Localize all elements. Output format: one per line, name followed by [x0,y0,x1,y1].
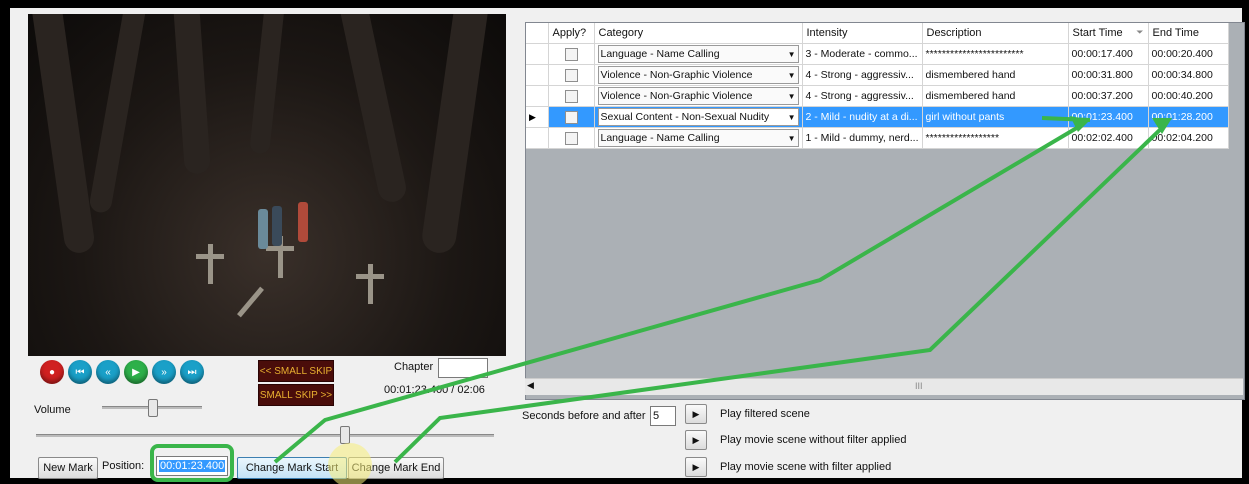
description-cell[interactable]: ****************** [922,127,1069,149]
video-frame [28,14,506,356]
dropdown-arrow-icon[interactable]: ▼ [788,50,796,59]
start-time-cell[interactable]: 00:00:37.200 [1068,85,1149,107]
apply-checkbox[interactable] [548,64,595,86]
column-header-category[interactable]: Category [594,23,803,44]
dropdown-arrow-icon[interactable]: ▼ [788,92,796,101]
table-row[interactable]: Violence - Non-Graphic Violence ▼ 4 - Str… [526,64,1229,86]
end-time-cell[interactable]: 00:01:28.200 [1148,106,1229,128]
app-window: ● ⏮ « ▶ » ⏭ << SMALL SKIP SMALL SKIP >> … [10,8,1245,479]
end-time-cell[interactable]: 00:00:40.200 [1148,85,1229,107]
position-slider[interactable] [36,434,494,437]
apply-checkbox[interactable] [548,85,595,107]
dropdown-arrow-icon[interactable]: ▼ [788,134,796,143]
apply-checkbox[interactable] [548,43,595,65]
start-time-cell[interactable]: 00:01:23.400 [1068,106,1149,128]
row-header-corner [526,23,549,44]
category-cell[interactable]: Language - Name Calling ▼ [594,43,803,65]
chapter-select[interactable] [438,358,488,378]
table-row[interactable]: Language - Name Calling ▼ 1 - Mild - dumm… [526,127,1229,149]
play-without-filter-label: Play movie scene without filter applied [720,434,907,446]
sort-down-icon: ⏷ [1136,27,1144,37]
record-button[interactable]: ● [40,360,64,384]
filter-grid: Apply? Category Intensity Description St… [525,22,1245,400]
intensity-cell[interactable]: 2 - Mild - nudity at a di... [802,106,923,128]
column-header-start-time[interactable]: Start Time ⏷ [1068,23,1149,44]
play-filtered-label: Play filtered scene [720,408,810,420]
scroll-left-icon[interactable]: ◀ [527,380,534,391]
transport-controls: ● ⏮ « ▶ » ⏭ [40,360,204,384]
volume-thumb[interactable] [148,399,158,417]
player-pane: ● ⏮ « ▶ » ⏭ << SMALL SKIP SMALL SKIP >> … [10,8,515,479]
chapter-label: Chapter [394,361,434,373]
dropdown-arrow-icon[interactable]: ▼ [788,113,796,122]
play-with-filter-button[interactable]: ▶ [685,457,707,477]
end-time-cell[interactable]: 00:00:20.400 [1148,43,1229,65]
row-header[interactable] [526,64,549,86]
small-skip-back-button[interactable]: << SMALL SKIP [258,360,334,382]
filter-table: Apply? Category Intensity Description St… [526,23,1229,149]
description-cell[interactable]: girl without pants [922,106,1069,128]
column-header-intensity[interactable]: Intensity [802,23,923,44]
apply-checkbox[interactable] [548,106,595,128]
filter-pane: Apply? Category Intensity Description St… [520,8,1245,478]
skip-end-button[interactable]: ⏭ [180,360,204,384]
rewind-button[interactable]: « [96,360,120,384]
seconds-label: Seconds before and after [522,410,646,422]
intensity-cell[interactable]: 3 - Moderate - commo... [802,43,923,65]
row-header[interactable] [526,43,549,65]
small-skip-forward-button[interactable]: SMALL SKIP >> [258,384,334,406]
start-time-cell[interactable]: 00:02:02.400 [1068,127,1149,149]
new-mark-button[interactable]: New Mark [38,457,98,479]
seconds-field[interactable]: 5 [650,406,676,426]
category-cell[interactable]: Language - Name Calling ▼ [594,127,803,149]
position-label: Position: [102,460,145,472]
category-cell[interactable]: Violence - Non-Graphic Violence ▼ [594,64,803,86]
start-time-cell[interactable]: 00:00:17.400 [1068,43,1149,65]
description-cell[interactable]: ************************ [922,43,1069,65]
row-header[interactable] [526,85,549,107]
scroll-thumb-grip[interactable]: III [915,381,923,391]
row-header-current[interactable]: ▶ [526,106,549,128]
header-row: Apply? Category Intensity Description St… [526,23,1229,44]
position-field[interactable]: 00:01:23.400 [156,456,228,476]
table-row[interactable]: Violence - Non-Graphic Violence ▼ 4 - Str… [526,85,1229,107]
play-with-filter-label: Play movie scene with filter applied [720,461,892,473]
horizontal-scrollbar[interactable]: ◀ III [525,378,1243,395]
row-header[interactable] [526,127,549,149]
end-time-cell[interactable]: 00:00:34.800 [1148,64,1229,86]
description-cell[interactable]: dismembered hand [922,85,1069,107]
column-header-description[interactable]: Description [922,23,1069,44]
category-cell[interactable]: Sexual Content - Non-Sexual Nudity ▼ [594,106,803,128]
play-icon: ▶ [692,461,700,472]
play-icon: ▶ [692,434,700,445]
current-row-icon: ▶ [529,111,536,122]
column-header-end-time[interactable]: End Time [1148,23,1229,44]
skip-start-button[interactable]: ⏮ [68,360,92,384]
play-button[interactable]: ▶ [124,360,148,384]
category-cell[interactable]: Violence - Non-Graphic Violence ▼ [594,85,803,107]
table-row-selected[interactable]: ▶ Sexual Content - Non-Sexual Nudity ▼ 2 … [526,106,1229,128]
play-without-filter-button[interactable]: ▶ [685,430,707,450]
table-row[interactable]: Language - Name Calling ▼ 3 - Moderate - … [526,43,1229,65]
column-header-apply[interactable]: Apply? [548,23,595,44]
fast-forward-button[interactable]: » [152,360,176,384]
intensity-cell[interactable]: 4 - Strong - aggressiv... [802,64,923,86]
apply-checkbox[interactable] [548,127,595,149]
change-mark-end-button[interactable]: Change Mark End [348,457,444,479]
end-time-cell[interactable]: 00:02:04.200 [1148,127,1229,149]
intensity-cell[interactable]: 1 - Mild - dummy, nerd... [802,127,923,149]
volume-label: Volume [34,404,71,416]
play-filtered-button[interactable]: ▶ [685,404,707,424]
dropdown-arrow-icon[interactable]: ▼ [788,71,796,80]
intensity-cell[interactable]: 4 - Strong - aggressiv... [802,85,923,107]
description-cell[interactable]: dismembered hand [922,64,1069,86]
time-display: 00:01:23.400 / 02:06 [384,384,485,396]
position-value: 00:01:23.400 [159,460,226,472]
change-mark-start-button[interactable]: Change Mark Start [237,457,347,479]
play-icon: ▶ [692,408,700,419]
position-thumb[interactable] [340,426,350,444]
start-time-cell[interactable]: 00:00:31.800 [1068,64,1149,86]
